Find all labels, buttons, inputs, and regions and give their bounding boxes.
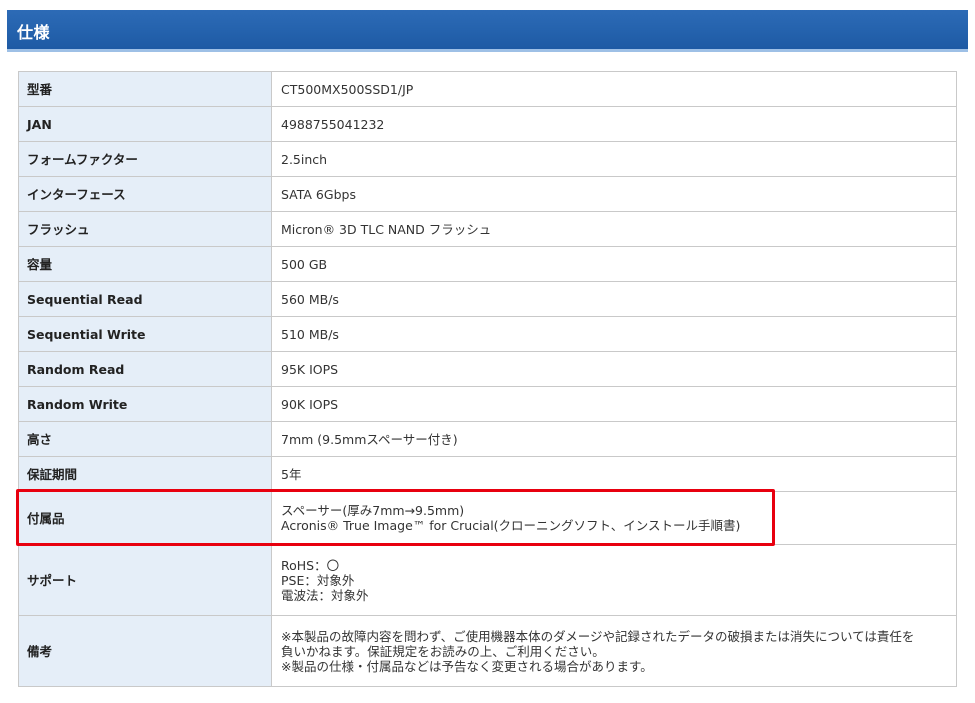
spec-label: インターフェース: [18, 176, 272, 212]
spec-label: JAN: [18, 106, 272, 142]
spec-label: 備考: [18, 615, 272, 687]
spec-value: 510 MB/s: [271, 316, 957, 352]
spec-row-warranty: 保証期間 5年: [18, 456, 957, 492]
spec-label: フォームファクター: [18, 141, 272, 177]
spec-value: 4988755041232: [271, 106, 957, 142]
spec-label: 型番: [18, 71, 272, 107]
spec-value-line: 電波法：対象外: [281, 587, 369, 603]
spec-row-sequential-read: Sequential Read 560 MB/s: [18, 281, 957, 317]
spec-value-line: ※製品の仕様・付属品などは予告なく変更される場合があります。: [281, 658, 653, 674]
spec-value: スペーサー(厚み7mm→9.5mm) Acronis® True Image™ …: [271, 491, 957, 545]
spec-value: Micron® 3D TLC NAND フラッシュ: [271, 211, 957, 247]
spec-value: 5年: [271, 456, 957, 492]
spec-value: 95K IOPS: [271, 351, 957, 387]
spec-value-line: Micron® 3D TLC NAND フラッシュ: [281, 221, 492, 237]
spec-value-line: ※本製品の故障内容を問わず、ご使用機器本体のダメージや記録されたデータの破損また…: [281, 628, 915, 644]
spec-value: 560 MB/s: [271, 281, 957, 317]
spec-value-line: 560 MB/s: [281, 291, 339, 307]
spec-value: 2.5inch: [271, 141, 957, 177]
spec-value-line: 95K IOPS: [281, 361, 339, 377]
spec-value-line: Acronis® True Image™ for Crucial(クローニングソ…: [281, 518, 741, 533]
spec-label: フラッシュ: [18, 211, 272, 247]
spec-row-support: サポート RoHS：〇 PSE：対象外 電波法：対象外: [18, 544, 957, 616]
spec-value: 90K IOPS: [271, 386, 957, 422]
section-title: 仕様: [17, 23, 51, 42]
spec-value: 500 GB: [271, 246, 957, 282]
spec-value-line: RoHS：〇: [281, 557, 340, 573]
spec-row-notes: 備考 ※本製品の故障内容を問わず、ご使用機器本体のダメージや記録されたデータの破…: [18, 615, 957, 687]
spec-row-height: 高さ 7mm (9.5mmスペーサー付き): [18, 421, 957, 457]
spec-label: 高さ: [18, 421, 272, 457]
spec-value-line: 510 MB/s: [281, 326, 339, 342]
spec-label: Random Write: [18, 386, 272, 422]
spec-value: RoHS：〇 PSE：対象外 電波法：対象外: [271, 544, 957, 616]
spec-value: CT500MX500SSD1/JP: [271, 71, 957, 107]
section-header: 仕様: [7, 10, 968, 52]
spec-label: サポート: [18, 544, 272, 616]
spec-value-line: SATA 6Gbps: [281, 186, 356, 202]
spec-value-line: PSE：対象外: [281, 572, 355, 588]
spec-value-line: 4988755041232: [281, 116, 385, 132]
spec-value-line: 2.5inch: [281, 151, 328, 167]
spec-row-interface: インターフェース SATA 6Gbps: [18, 176, 957, 212]
spec-value: ※本製品の故障内容を問わず、ご使用機器本体のダメージや記録されたデータの破損また…: [271, 615, 957, 687]
spec-label: Sequential Write: [18, 316, 272, 352]
spec-row-flash: フラッシュ Micron® 3D TLC NAND フラッシュ: [18, 211, 957, 247]
spec-row-accessories: 付属品 スペーサー(厚み7mm→9.5mm) Acronis® True Ima…: [18, 491, 957, 545]
spec-row-sequential-write: Sequential Write 510 MB/s: [18, 316, 957, 352]
spec-value-line: 500 GB: [281, 256, 328, 272]
spec-value-line: CT500MX500SSD1/JP: [281, 81, 414, 97]
spec-row-jan: JAN 4988755041232: [18, 106, 957, 142]
spec-value-line: 90K IOPS: [281, 396, 339, 412]
spec-value: SATA 6Gbps: [271, 176, 957, 212]
spec-table: 型番 CT500MX500SSD1/JP JAN 4988755041232 フ…: [18, 71, 957, 687]
spec-label: 付属品: [18, 491, 272, 545]
spec-value-line: 7mm (9.5mmスペーサー付き): [281, 431, 458, 447]
spec-row-capacity: 容量 500 GB: [18, 246, 957, 282]
spec-value: 7mm (9.5mmスペーサー付き): [271, 421, 957, 457]
spec-value-line: 5年: [281, 466, 302, 482]
spec-row-random-read: Random Read 95K IOPS: [18, 351, 957, 387]
spec-label: 容量: [18, 246, 272, 282]
spec-row-random-write: Random Write 90K IOPS: [18, 386, 957, 422]
spec-value-line: スペーサー(厚み7mm→9.5mm): [281, 503, 465, 518]
spec-row-model: 型番 CT500MX500SSD1/JP: [18, 71, 957, 107]
spec-label: Random Read: [18, 351, 272, 387]
spec-label: 保証期間: [18, 456, 272, 492]
spec-value-line: 負いかねます。保証規定をお読みの上、ご利用ください。: [281, 643, 605, 659]
spec-row-form-factor: フォームファクター 2.5inch: [18, 141, 957, 177]
spec-label: Sequential Read: [18, 281, 272, 317]
